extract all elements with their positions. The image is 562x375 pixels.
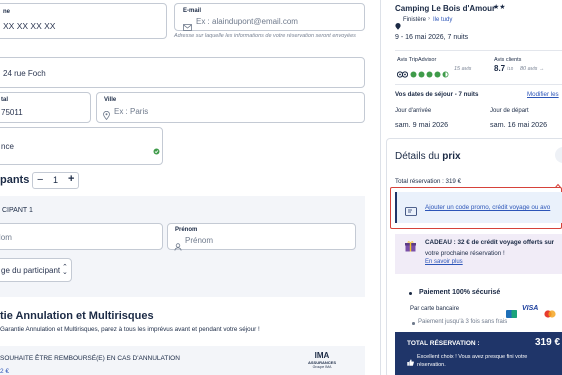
modify-dates-link[interactable]: Modifier les [527,91,559,98]
phone-field[interactable]: ne XX XX XX XX [0,3,167,39]
insurance-option-label: SOUHAITE ÊTRE REMBOURSÉ(E) EN CAS D'ANNU… [0,355,180,362]
phone-value: XX XX XX XX [3,21,56,31]
phone-label: ne [3,9,11,15]
gift-icon [405,239,416,252]
promo-accent-bar [395,192,397,223]
promo-inner: Ajouter un code promo, crédit voyage ou … [395,192,562,223]
participants-title: pants [0,174,30,186]
email-input: Ex : alaindupont@email.com [196,17,298,26]
total-reservation-label: Total réservation : 319 € [395,178,462,185]
decrease-button[interactable]: − [37,174,43,186]
reviews-divider [395,50,562,51]
tripadvisor-owl-icon [396,65,409,78]
insurance-title: tie Annulation et Multirisques [0,310,154,322]
check-icon [153,142,160,155]
promo-code-box[interactable]: Ajouter un code promo, crédit voyage ou … [390,187,562,229]
arrival-value: sam. 9 mai 2026 [395,120,449,129]
total-bar-value: 319 € [535,337,561,348]
select-arrows-icon: ⌃ ⌄ [62,264,68,276]
age-select[interactable]: ge du participant ⌃ ⌄ [0,258,72,282]
price-title: Détails du prix [395,151,461,162]
location-pin-icon [103,107,110,121]
participants-stepper[interactable]: − 1 + [32,172,79,189]
postal-code-field[interactable]: tal 75011 [0,92,91,123]
secure-payment-label: Paiement 100% sécurisé [419,289,501,296]
gift-text: votre prochaine réservation ! [425,250,505,257]
dates-divider [395,84,562,85]
gift-text-bold: CADEAU : 32 € de crédit voyage offerts s… [425,239,555,246]
location-pin-icon [395,17,401,30]
voucher-icon [405,203,417,216]
stay-dates: 9 - 16 mai 2026, 7 nuits [395,34,469,41]
participant-heading: CIPANT 1 [2,207,33,214]
tripadvisor-label: Avis TripAdvisor [397,57,437,63]
email-note: Adresse sur laquelle les informations de… [174,33,356,39]
insurance-option-price: 2 € [0,368,10,375]
increase-button[interactable]: + [68,173,74,185]
country-value: nce [1,142,14,151]
total-bar: TOTAL RÉSERVATION : 319 € Excellent choi… [395,332,562,375]
city-input: Ex : Paris [114,107,149,116]
thumbs-up-icon [407,353,414,366]
email-field[interactable]: E-mail Ex : alaindupont@email.com [174,3,365,31]
visa-card-icon: VISA [522,305,539,312]
column-divider [380,0,381,375]
card-payment-label: Par carte bancaire [410,306,460,312]
address-value: 24 rue Foch [3,69,46,78]
excellent-choice-text: Excellent choix ! Vous avez presque fini… [417,354,528,368]
insurance-description: Garantie Annulation et Multirisques, par… [0,326,260,333]
arrival-label: Jour d'arrivée [395,108,432,114]
price-title-bold: prix [442,151,461,162]
ima-logo-main: IMA [314,351,330,360]
camping-stars: ★★ [493,4,506,11]
mail-icon [183,18,192,31]
gift-box: CADEAU : 32 € de crédit voyage offerts s… [395,234,562,274]
ima-logo-group: Groupe IMA [312,365,332,369]
ima-logo: IMA ASSURANCES Groupe IMA [305,352,339,372]
cb-card-icon [506,305,517,318]
participants-count: 1 [53,175,59,185]
city-field[interactable]: Ville Ex : Paris [96,92,365,123]
price-title-prefix: Détails du [395,151,443,162]
departure-label: Jour de départ [490,108,529,114]
gift-more-link[interactable]: En savoir plus [425,259,463,265]
departure-value: sam. 16 mai 2026 [490,120,548,129]
total-bar-label: TOTAL RÉSERVATION : [407,340,480,347]
clients-reviews-link[interactable]: 80 avis → [520,66,544,72]
postal-label: tal [1,97,9,103]
clients-scale: /10 [507,66,514,71]
tripadvisor-rating-bubbles [410,65,450,78]
tripadvisor-count: 15 avis [454,66,472,72]
mastercard-icon [544,305,556,318]
email-label: E-mail [183,8,202,14]
installments-text: Paiement jusqu'à 3 fois sans frais [418,319,508,325]
insurance-option[interactable]: SOUHAITE ÊTRE REMBOURSÉ(E) EN CAS D'ANNU… [0,346,365,375]
city-label: Ville [104,97,117,103]
stay-dates-label: Vos dates de séjour - 7 nuits [395,91,479,98]
lastname-input: Nom [0,233,12,242]
installments-dot-icon [412,322,415,325]
country-field[interactable]: nce [0,127,163,165]
clients-reviews-label: Avis clients [494,57,522,63]
camping-town: Ile tudy [433,17,453,23]
firstname-label: Prénom [175,227,198,233]
firstname-input: Prénom [185,236,214,245]
user-icon [174,238,182,251]
clients-score: 8.7 [494,64,506,73]
address-field[interactable]: 24 rue Foch [0,57,365,88]
camping-region: Finistère [403,17,427,23]
lastname-field[interactable]: Nom [0,223,163,250]
postal-value: 75011 [1,108,23,117]
promo-code-link[interactable]: Ajouter un code promo, crédit voyage ou … [425,204,550,211]
participant-block: CIPANT 1 Nom Prénom Prénom ge du partici… [0,196,365,297]
camping-name: Camping Le Bois d'Amour [395,4,496,13]
chevron-up-icon[interactable] [554,176,562,189]
age-select-value: ge du participant [1,266,61,275]
region-separator: › [428,16,430,22]
firstname-field[interactable]: Prénom Prénom [167,223,356,251]
secure-dot-icon [409,292,412,295]
